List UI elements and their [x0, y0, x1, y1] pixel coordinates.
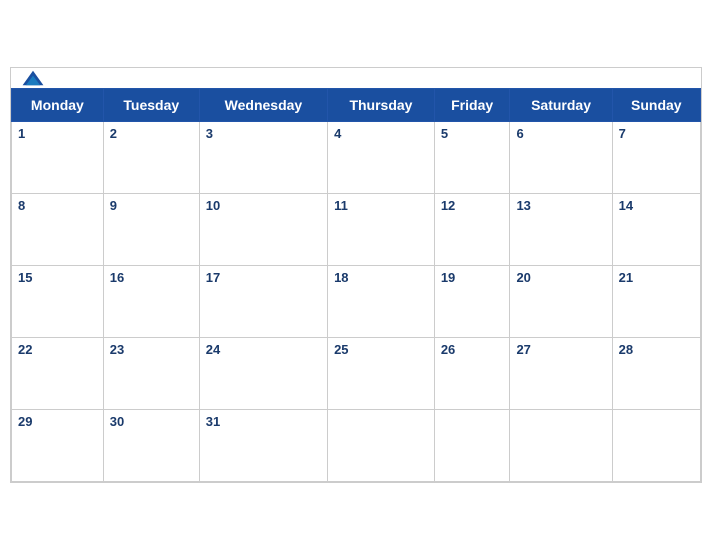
calendar-cell: 1 — [12, 122, 104, 194]
calendar-cell: 7 — [612, 122, 700, 194]
calendar-cell: 19 — [434, 266, 510, 338]
day-number: 3 — [206, 126, 213, 141]
calendar-cell: 18 — [328, 266, 435, 338]
calendar-cell: 2 — [103, 122, 199, 194]
calendar-cell: 13 — [510, 194, 612, 266]
day-number: 14 — [619, 198, 633, 213]
calendar-cell: 30 — [103, 410, 199, 482]
calendar-cell: 29 — [12, 410, 104, 482]
day-number: 9 — [110, 198, 117, 213]
calendar-cell — [612, 410, 700, 482]
day-number: 7 — [619, 126, 626, 141]
day-number: 31 — [206, 414, 220, 429]
calendar-cell: 14 — [612, 194, 700, 266]
calendar-cell: 17 — [199, 266, 327, 338]
calendar-cell: 21 — [612, 266, 700, 338]
day-number: 28 — [619, 342, 633, 357]
calendar: MondayTuesdayWednesdayThursdayFridaySatu… — [10, 67, 702, 483]
calendar-cell: 20 — [510, 266, 612, 338]
day-number: 2 — [110, 126, 117, 141]
calendar-cell: 15 — [12, 266, 104, 338]
calendar-cell: 24 — [199, 338, 327, 410]
logo-icon — [21, 69, 45, 87]
weekday-header-row: MondayTuesdayWednesdayThursdayFridaySatu… — [12, 89, 701, 122]
calendar-cell: 25 — [328, 338, 435, 410]
day-number: 19 — [441, 270, 455, 285]
day-number: 15 — [18, 270, 32, 285]
day-number: 16 — [110, 270, 124, 285]
day-number: 4 — [334, 126, 341, 141]
week-row-4: 22 23 24 25 26 27 28 — [12, 338, 701, 410]
week-row-2: 8 9 10 11 12 13 14 — [12, 194, 701, 266]
day-number: 10 — [206, 198, 220, 213]
calendar-cell: 23 — [103, 338, 199, 410]
calendar-cell: 3 — [199, 122, 327, 194]
calendar-cell: 22 — [12, 338, 104, 410]
calendar-cell: 9 — [103, 194, 199, 266]
day-number: 18 — [334, 270, 348, 285]
calendar-cell: 10 — [199, 194, 327, 266]
logo — [21, 69, 45, 87]
day-number: 17 — [206, 270, 220, 285]
day-number: 24 — [206, 342, 220, 357]
day-number: 21 — [619, 270, 633, 285]
day-number: 30 — [110, 414, 124, 429]
day-number: 23 — [110, 342, 124, 357]
weekday-header-saturday: Saturday — [510, 89, 612, 122]
calendar-cell: 5 — [434, 122, 510, 194]
calendar-cell: 12 — [434, 194, 510, 266]
day-number: 11 — [334, 198, 348, 213]
calendar-table: MondayTuesdayWednesdayThursdayFridaySatu… — [11, 88, 701, 482]
week-row-5: 29 30 31 — [12, 410, 701, 482]
day-number: 8 — [18, 198, 25, 213]
calendar-cell: 11 — [328, 194, 435, 266]
week-row-1: 1 2 3 4 5 6 7 — [12, 122, 701, 194]
calendar-cell — [434, 410, 510, 482]
calendar-cell: 28 — [612, 338, 700, 410]
weekday-header-thursday: Thursday — [328, 89, 435, 122]
calendar-cell: 4 — [328, 122, 435, 194]
day-number: 27 — [516, 342, 530, 357]
day-number: 29 — [18, 414, 32, 429]
calendar-cell: 27 — [510, 338, 612, 410]
day-number: 25 — [334, 342, 348, 357]
calendar-cell: 26 — [434, 338, 510, 410]
calendar-header — [11, 68, 701, 88]
weekday-header-sunday: Sunday — [612, 89, 700, 122]
calendar-cell: 8 — [12, 194, 104, 266]
day-number: 5 — [441, 126, 448, 141]
weekday-header-friday: Friday — [434, 89, 510, 122]
day-number: 6 — [516, 126, 523, 141]
weekday-header-wednesday: Wednesday — [199, 89, 327, 122]
weekday-header-tuesday: Tuesday — [103, 89, 199, 122]
day-number: 1 — [18, 126, 25, 141]
calendar-cell — [510, 410, 612, 482]
calendar-cell: 16 — [103, 266, 199, 338]
day-number: 20 — [516, 270, 530, 285]
day-number: 13 — [516, 198, 530, 213]
weekday-header-monday: Monday — [12, 89, 104, 122]
calendar-cell: 6 — [510, 122, 612, 194]
calendar-cell — [328, 410, 435, 482]
day-number: 12 — [441, 198, 455, 213]
calendar-cell: 31 — [199, 410, 327, 482]
day-number: 22 — [18, 342, 32, 357]
week-row-3: 15 16 17 18 19 20 21 — [12, 266, 701, 338]
day-number: 26 — [441, 342, 455, 357]
